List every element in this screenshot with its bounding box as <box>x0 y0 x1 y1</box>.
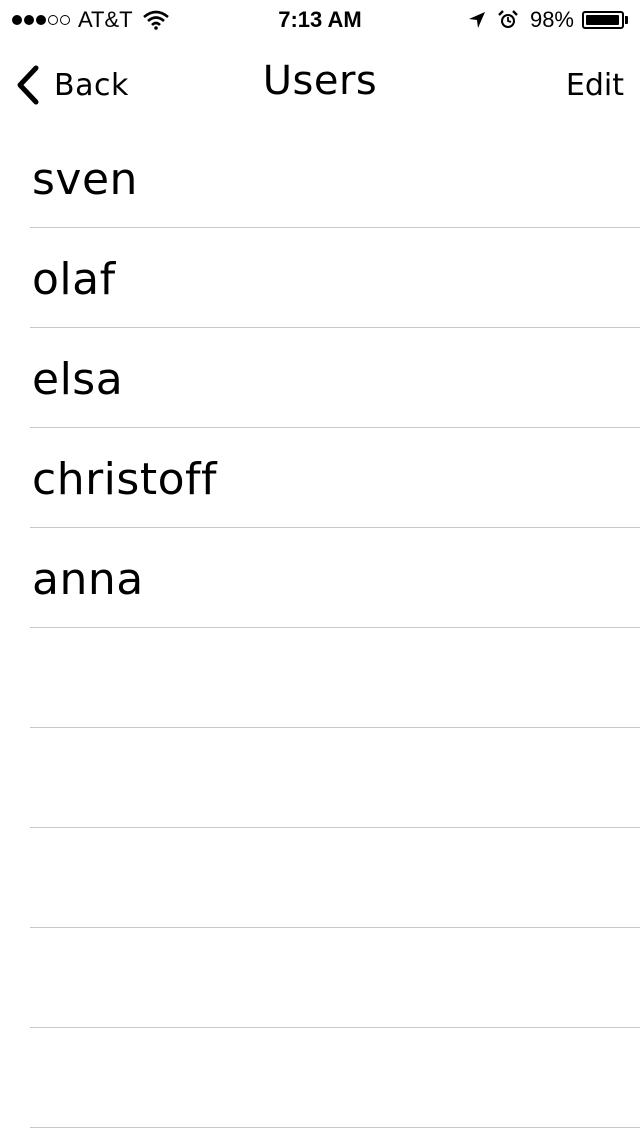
empty-row <box>30 1028 640 1128</box>
page-title: Users <box>262 58 378 104</box>
user-list: sven olaf elsa christoff anna <box>0 128 640 1128</box>
battery-icon <box>582 11 624 29</box>
user-row[interactable]: olaf <box>30 228 640 328</box>
empty-row <box>30 928 640 1028</box>
location-icon <box>468 12 485 28</box>
user-row[interactable]: christoff <box>30 428 640 528</box>
user-row[interactable]: sven <box>30 128 640 228</box>
status-right: 98% <box>468 7 628 33</box>
user-name: elsa <box>32 354 124 405</box>
empty-row <box>30 728 640 828</box>
user-name: olaf <box>32 254 116 305</box>
empty-row <box>30 828 640 928</box>
user-name: anna <box>32 554 144 605</box>
navigation-bar: Back Users Edit <box>0 40 640 128</box>
battery-fill <box>586 15 620 25</box>
battery-cap <box>625 16 628 24</box>
user-name: christoff <box>32 454 217 505</box>
battery-percent: 98% <box>529 7 574 32</box>
empty-row <box>30 628 640 728</box>
user-row[interactable]: anna <box>30 528 640 628</box>
user-name: sven <box>32 154 138 205</box>
status-bar: AT&T 7:13 AM 98% <box>0 0 640 40</box>
edit-button[interactable]: Edit <box>566 68 624 103</box>
user-row[interactable]: elsa <box>30 328 640 428</box>
alarm-icon <box>498 10 518 28</box>
